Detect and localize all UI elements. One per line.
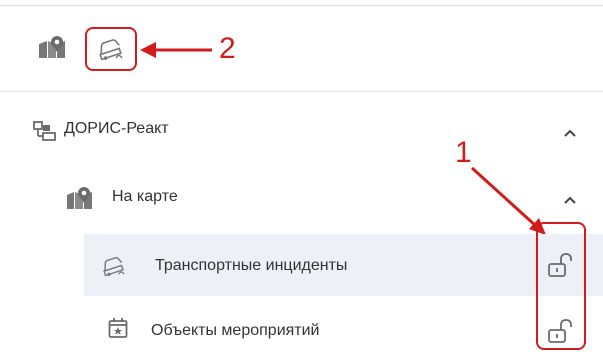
tree-node-label: ДОРИС-Реакт: [64, 120, 169, 137]
section-divider: [0, 91, 603, 92]
car-incident-icon: [99, 39, 123, 61]
map-pin-icon: [67, 187, 92, 209]
annotation-label-2: 2: [219, 32, 236, 65]
map-layers-icon[interactable]: [38, 34, 76, 60]
incident-layer-toggle-button[interactable]: [85, 27, 137, 71]
layer-item-label: Транспортные инциденты: [155, 257, 348, 274]
layer-item-transport-incidents[interactable]: Транспортные инциденты: [84, 234, 603, 296]
top-divider: [0, 5, 603, 6]
tree-node-on-map[interactable]: На карте: [0, 166, 603, 228]
annotation-highlight-lock-buttons: [536, 222, 586, 350]
chevron-up-icon[interactable]: [563, 128, 577, 138]
tree-node-label: На карте: [112, 188, 178, 205]
tree-node-doris-react[interactable]: ДОРИС-Реакт: [0, 99, 603, 161]
hierarchy-icon: [33, 121, 56, 141]
chevron-up-icon[interactable]: [563, 195, 577, 205]
calendar-star-icon: [108, 318, 128, 338]
layer-item-event-objects[interactable]: Объекты мероприятий: [84, 300, 603, 358]
car-incident-icon: [103, 257, 125, 277]
layer-item-label: Объекты мероприятий: [151, 322, 320, 339]
